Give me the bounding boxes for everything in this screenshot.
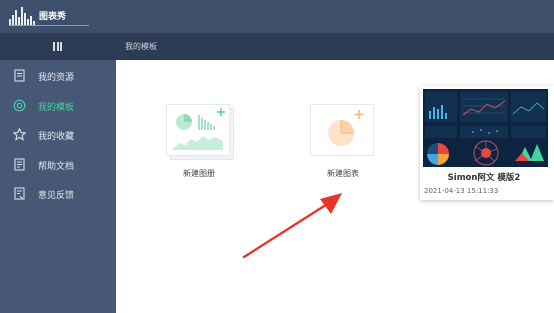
album-chart-icon [173,108,225,150]
sidebar-item-label: 帮助文档 [38,162,75,172]
template-title: Simon阿文 模版2 [447,173,521,183]
help-document-icon [14,158,25,171]
sidebar-item-my-favorites[interactable]: 我的收藏 [0,121,116,148]
feedback-icon [14,187,25,200]
sidebar-item-label: 我的资源 [38,73,75,83]
template-date: 2021-04-13 15:11:33 [424,187,499,195]
app-logo[interactable]: 图表秀 [9,6,89,28]
sidebar-item-my-resources[interactable]: 我的资源 [0,62,116,89]
template-thumbnail [423,89,548,167]
sidebar: 我的资源 我的模板 我的收藏 帮助文档 意见反馈 [0,60,116,313]
target-icon [13,99,26,112]
sidebar-item-label: 我的模板 [38,103,75,113]
create-chart-label[interactable]: 新建图表 [310,168,376,179]
star-icon [13,128,26,141]
sidebar-item-feedback[interactable]: 意见反馈 [0,180,116,207]
create-album-label[interactable]: 新建图册 [166,168,232,179]
sidebar-item-label: 意见反馈 [38,191,75,201]
sidebar-item-label: 我的收藏 [38,132,75,142]
sidebar-item-help-docs[interactable]: 帮助文档 [0,151,116,178]
sidebar-item-my-templates[interactable]: 我的模板 [0,92,116,119]
template-card[interactable]: Simon阿文 模版2 2021-04-13 15:11:33 [420,86,554,200]
top-bar: 图表秀 [0,0,554,33]
create-album-card[interactable] [166,104,230,156]
menu-collapse-icon[interactable] [53,42,62,51]
sub-header-bar: 我的模板 [0,33,554,60]
breadcrumb: 我的模板 [125,42,157,51]
pie-chart-add-icon [328,110,364,146]
create-chart-card[interactable] [310,104,374,156]
logo-underline [9,25,89,26]
dashboard-thumbnail-image [423,89,548,167]
document-icon [14,69,25,82]
app-name: 图表秀 [39,11,67,22]
